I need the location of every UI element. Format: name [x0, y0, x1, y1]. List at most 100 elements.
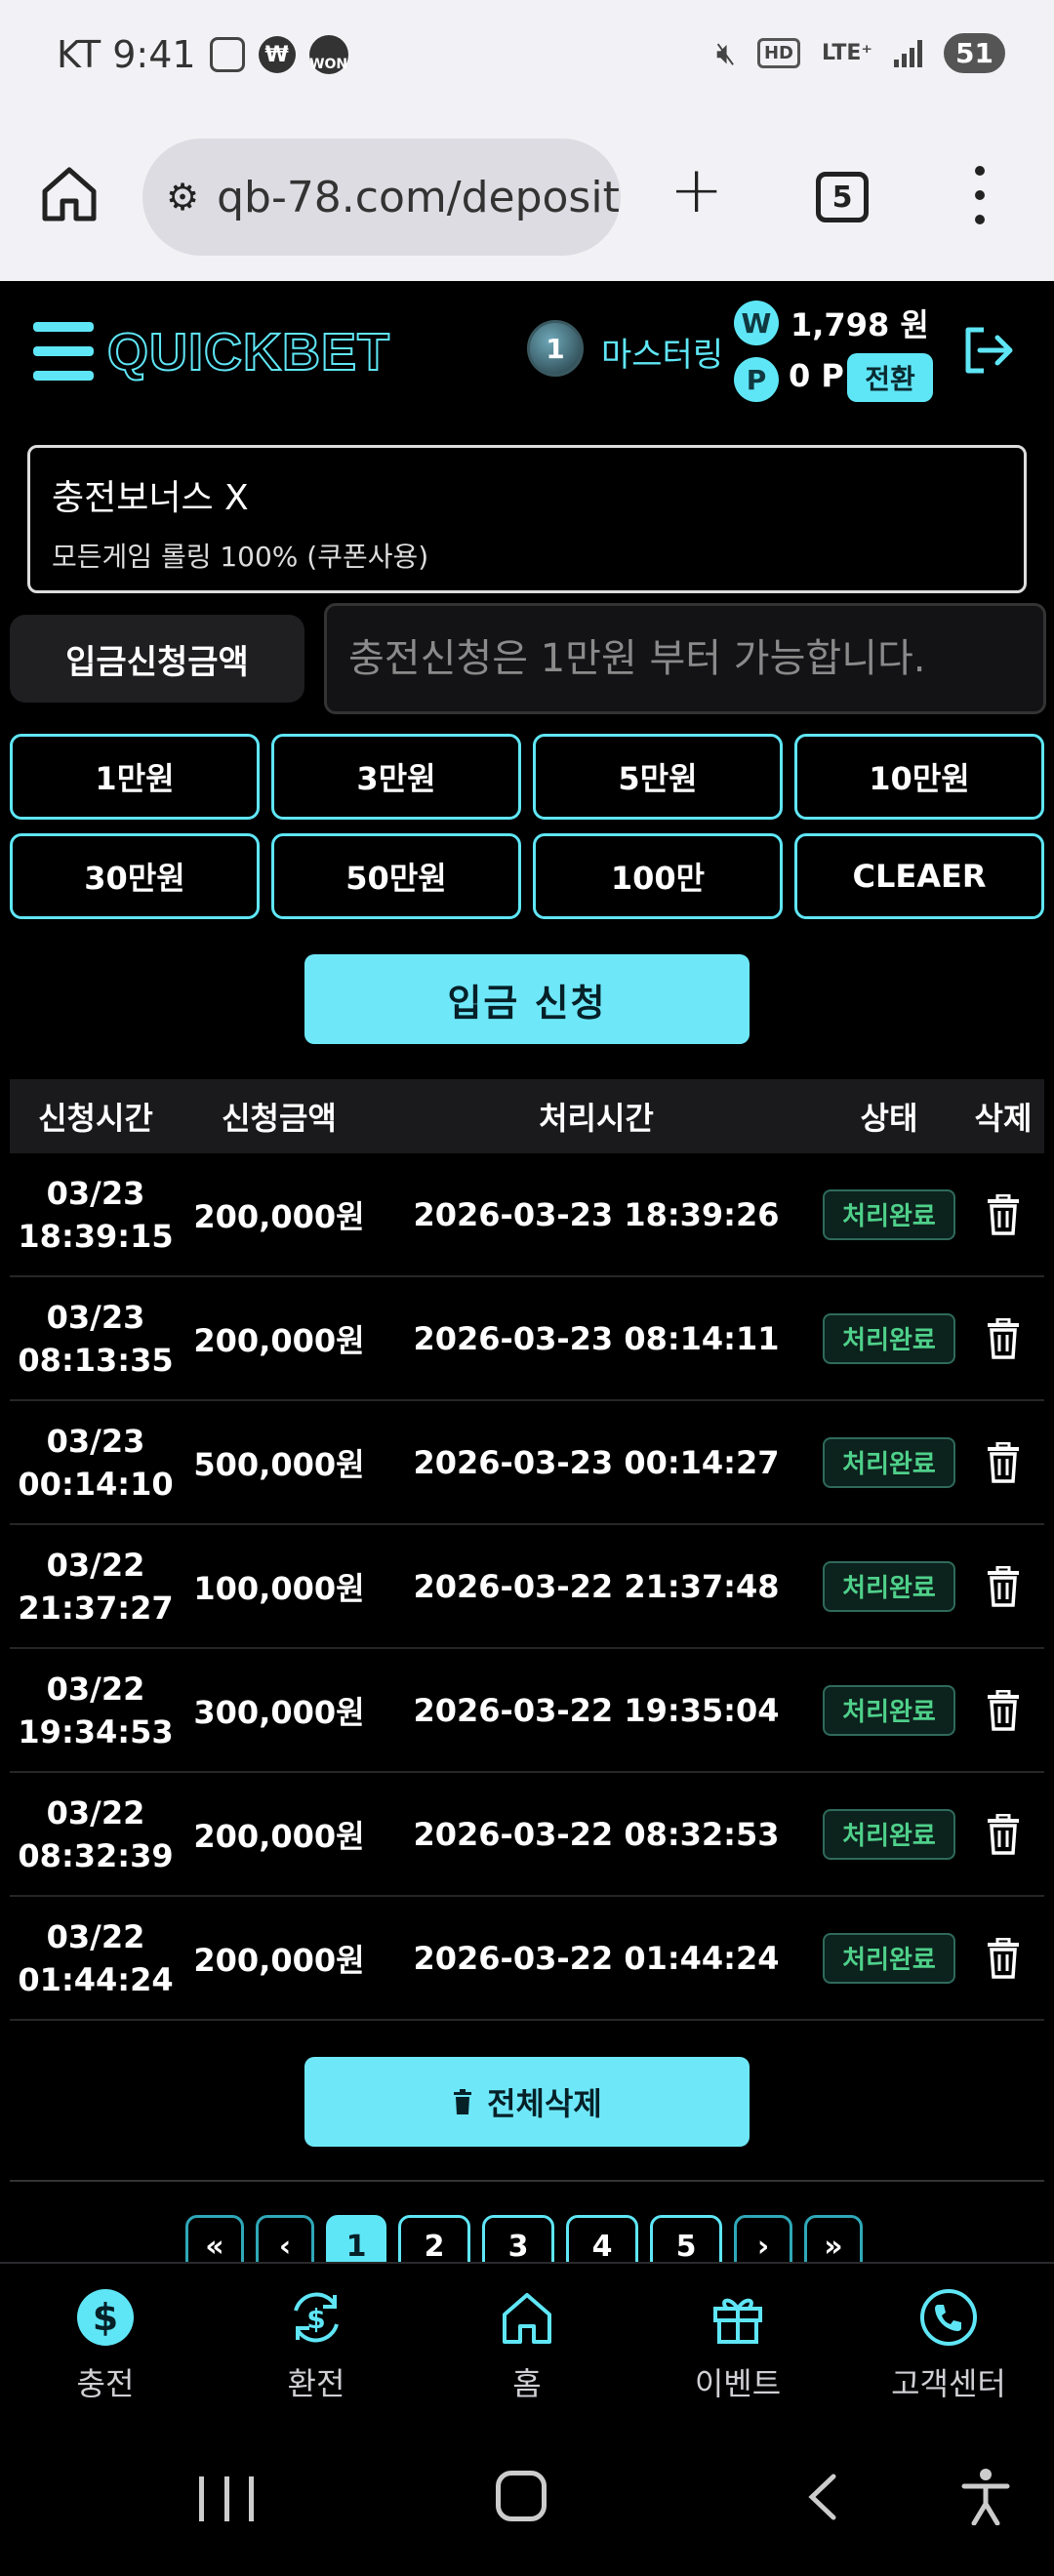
tab-switcher-button[interactable]: 5 — [816, 172, 869, 222]
amount-button-10k[interactable]: 1만원 — [10, 734, 260, 820]
trash-icon — [988, 1441, 1019, 1483]
header-request-time: 신청시간 — [38, 1100, 153, 1137]
nav-item-event[interactable]: 이벤트 — [632, 2264, 843, 2418]
prev-page-button[interactable]: ‹ — [256, 2215, 314, 2262]
status-badge: 처리완료 — [823, 1312, 955, 1364]
amount-button-300k[interactable]: 30만원 — [10, 833, 260, 919]
logo[interactable]: QUICKBET — [106, 322, 390, 382]
request-clock: 00:14:10 — [18, 1465, 174, 1503]
status-cell: 처리완료 — [816, 1808, 962, 1860]
status-badge: 처리완료 — [823, 1932, 955, 1984]
status-cell: 처리완료 — [816, 1188, 962, 1240]
balance: 1,798 원 — [790, 306, 929, 343]
status-badge: 처리완료 — [823, 1808, 955, 1860]
pagination: « ‹ 1 2 3 4 5 › » — [185, 2215, 863, 2262]
points: 0 P — [789, 357, 844, 394]
delete-button[interactable] — [962, 1317, 1044, 1359]
logout-icon[interactable] — [960, 324, 1015, 377]
page-button-5[interactable]: 5 — [650, 2215, 722, 2262]
status-cell: 처리완료 — [816, 1436, 962, 1488]
request-date: 03/22 — [46, 1546, 145, 1584]
nav-item-home[interactable]: 홈 — [422, 2264, 632, 2418]
nav-item-withdraw[interactable]: $ 환전 — [211, 2264, 422, 2418]
amount-button-500k[interactable]: 50만원 — [271, 833, 521, 919]
nav-label-support: 고객센터 — [891, 2365, 1006, 2402]
request-date: 03/22 — [46, 1670, 145, 1708]
delete-button[interactable] — [962, 1813, 1044, 1855]
delete-button[interactable] — [962, 1689, 1044, 1731]
header-delete: 삭제 — [974, 1100, 1033, 1137]
processed-time: 2026-03-23 08:14:11 — [413, 1319, 780, 1357]
amount-button-30k[interactable]: 3만원 — [271, 734, 521, 820]
page-button-3[interactable]: 3 — [482, 2215, 554, 2262]
browser-toolbar: ⚙︎ qb-78.com/deposit + 5 — [0, 117, 1054, 281]
site-settings-icon[interactable]: ⚙︎ — [166, 176, 199, 219]
processed-time: 2026-03-22 08:32:53 — [413, 1815, 780, 1853]
request-amount: 200,000원 — [193, 1817, 365, 1855]
request-date: 03/22 — [46, 1917, 145, 1955]
last-page-button[interactable]: » — [804, 2215, 863, 2262]
bottom-nav: $ 충전 $ 환전 홈 이벤트 고객센터 — [0, 2262, 1054, 2418]
amount-button-1m[interactable]: 100만 — [533, 833, 783, 919]
bonus-selector[interactable]: 충전보너스 X 모든게임 롤링 100% (쿠폰사용) — [27, 445, 1027, 593]
page-button-1[interactable]: 1 — [326, 2215, 386, 2262]
status-right: 🔇︎ HD LTE⁺ 51 — [716, 33, 1005, 73]
status-left: KT 9:41 ₩ WON — [57, 33, 348, 76]
processed-time: 2026-03-23 18:39:26 — [413, 1195, 780, 1233]
menu-icon[interactable] — [33, 322, 94, 381]
trash-icon — [988, 1193, 1019, 1235]
page-button-2[interactable]: 2 — [398, 2215, 470, 2262]
table-row: 03/22 21:37:27 100,000원 2026-03-22 21:37:48… — [10, 1525, 1044, 1649]
address-bar[interactable]: ⚙︎ qb-78.com/deposit — [142, 139, 621, 256]
nav-item-support[interactable]: 고객센터 — [843, 2264, 1054, 2418]
delete-button[interactable] — [962, 1937, 1044, 1979]
next-page-button[interactable]: › — [734, 2215, 792, 2262]
gift-icon — [713, 2298, 762, 2344]
processed-time: 2026-03-22 21:37:48 — [413, 1567, 780, 1605]
bonus-title: 충전보너스 X — [52, 478, 249, 518]
browser-home-icon[interactable] — [39, 164, 100, 224]
request-time: 03/23 18:39:15 — [10, 1172, 182, 1258]
more-menu-icon[interactable] — [972, 166, 988, 224]
system-nav-bar — [0, 2418, 1054, 2576]
system-home-icon[interactable] — [496, 2471, 547, 2521]
request-time: 03/22 19:34:53 — [10, 1668, 182, 1753]
header-processed-time: 처리시간 — [539, 1100, 654, 1137]
request-clock: 01:44:24 — [18, 1960, 174, 1998]
mute-icon: 🔇︎ — [715, 34, 736, 71]
recent-apps-icon[interactable] — [199, 2476, 254, 2521]
nav-item-deposit[interactable]: $ 충전 — [0, 2264, 211, 2418]
won-coin-icon: W — [734, 301, 779, 345]
convert-button[interactable]: 전환 — [847, 353, 933, 402]
delete-all-button[interactable]: 전체삭제 — [304, 2057, 750, 2147]
nav-label-deposit: 충전 — [76, 2365, 135, 2402]
amount-button-50k[interactable]: 5만원 — [533, 734, 783, 820]
request-time: 03/22 21:37:27 — [10, 1544, 182, 1630]
trash-icon — [988, 1813, 1019, 1855]
request-clock: 08:13:35 — [18, 1341, 174, 1379]
table-body: 03/23 18:39:15 200,000원 2026-03-23 18:39:26… — [10, 1153, 1044, 2021]
new-tab-icon[interactable]: + — [669, 158, 723, 222]
delete-button[interactable] — [962, 1193, 1044, 1235]
clear-button[interactable]: CLEAER — [794, 833, 1044, 919]
first-page-button[interactable]: « — [185, 2215, 244, 2262]
amount-button-100k[interactable]: 10만원 — [794, 734, 1044, 820]
amount-input[interactable] — [324, 603, 1046, 714]
back-icon[interactable] — [802, 2473, 841, 2521]
request-amount: 200,000원 — [193, 1941, 365, 1979]
level-name: 마스터링 — [601, 336, 724, 375]
processed-time: 2026-03-22 01:44:24 — [413, 1939, 780, 1977]
dollar-coin-icon: $ — [77, 2289, 134, 2346]
url-text: qb-78.com/deposit — [217, 172, 620, 222]
delete-button[interactable] — [962, 1565, 1044, 1607]
page-button-4[interactable]: 4 — [566, 2215, 638, 2262]
home-icon — [503, 2293, 551, 2344]
deposit-submit-button[interactable]: 입금 신청 — [304, 954, 750, 1044]
request-amount: 300,000원 — [193, 1693, 365, 1731]
status-cell: 처리완료 — [816, 1932, 962, 1984]
won-icon: ₩ — [258, 36, 296, 73]
accessibility-icon[interactable] — [960, 2467, 1011, 2525]
request-clock: 21:37:27 — [18, 1589, 174, 1627]
request-amount: 100,000원 — [193, 1569, 365, 1607]
delete-button[interactable] — [962, 1441, 1044, 1483]
